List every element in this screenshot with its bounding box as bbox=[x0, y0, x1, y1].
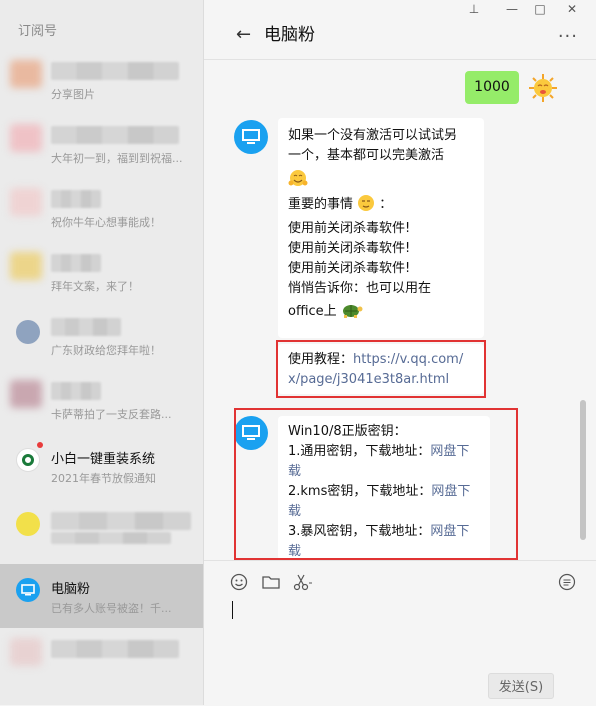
folder-icon[interactable] bbox=[260, 571, 282, 593]
important-label: 重要的事情 bbox=[288, 197, 354, 212]
conversation-item[interactable] bbox=[0, 628, 203, 692]
message-bubble: 如果一个没有激活可以试试另 一个，基本都可以完美激活 重要的事情 ： 使用前关闭… bbox=[278, 118, 484, 338]
unread-dot bbox=[37, 442, 43, 448]
conversation-preview: 大年初一到，福到到祝福... bbox=[51, 152, 183, 165]
emoji-icon[interactable] bbox=[228, 571, 250, 593]
blurred-name bbox=[51, 382, 101, 400]
blurred-preview bbox=[51, 532, 171, 544]
my-message-bubble: 1000 bbox=[465, 71, 519, 104]
text-caret[interactable] bbox=[232, 601, 233, 619]
monitor-icon bbox=[242, 129, 260, 144]
avatar bbox=[10, 252, 42, 280]
conversation-item[interactable]: 小白一键重装系统 2021年春节放假通知 bbox=[0, 434, 203, 498]
warning-line: 使用前关闭杀毒软件! bbox=[288, 221, 411, 236]
avatar bbox=[16, 320, 40, 344]
maximize-icon[interactable]: □ bbox=[530, 2, 550, 16]
conversation-name: 小白一键重装系统 bbox=[51, 452, 156, 467]
avatar bbox=[10, 638, 42, 666]
avatar bbox=[10, 380, 42, 408]
minimize-icon[interactable]: — bbox=[502, 2, 522, 16]
message-line: 一个，基本都可以完美激活 bbox=[288, 148, 445, 163]
conversation-name: 电脑粉 bbox=[51, 582, 91, 597]
conversation-item[interactable]: 分享图片 bbox=[0, 50, 203, 114]
blurred-name bbox=[51, 512, 191, 530]
close-icon[interactable]: ✕ bbox=[562, 2, 582, 16]
blurred-name bbox=[51, 254, 101, 272]
input-area: 发送(S) bbox=[204, 560, 596, 706]
conversation-preview: 已有多人账号被盗！千... bbox=[51, 602, 172, 615]
blurred-name bbox=[51, 62, 179, 80]
turtle-emoji-icon bbox=[342, 305, 363, 318]
conversation-preview: 2021年春节放假通知 bbox=[51, 472, 156, 485]
send-button[interactable]: 发送(S) bbox=[488, 673, 554, 699]
blurred-name bbox=[51, 190, 101, 208]
avatar bbox=[16, 512, 40, 536]
chat-panel: ⊥ — □ ✕ ← 电脑粉 ··· 1000 如果一个没有激活可以试试另 一个，… bbox=[204, 0, 596, 706]
avatar bbox=[16, 578, 40, 602]
office-text: office上 bbox=[288, 304, 337, 319]
message-line: 悄悄告诉你：也可以用在 bbox=[288, 281, 432, 296]
emoji-row bbox=[288, 166, 474, 192]
avatar bbox=[16, 448, 40, 472]
avatar bbox=[10, 188, 42, 216]
highlight-box bbox=[234, 408, 518, 560]
sidebar-title: 订阅号 bbox=[18, 24, 58, 39]
highlight-box bbox=[276, 340, 486, 398]
office-row: office上 bbox=[288, 301, 474, 322]
colon-text: ： bbox=[379, 197, 393, 212]
chat-title: 电脑粉 bbox=[264, 25, 315, 45]
conversation-preview: 拜年文案，来了！ bbox=[51, 280, 139, 293]
message-line: 如果一个没有激活可以试试另 bbox=[288, 128, 458, 143]
avatar bbox=[10, 60, 42, 88]
conversation-preview: 分享图片 bbox=[51, 88, 95, 101]
back-arrow-icon[interactable]: ← bbox=[236, 24, 251, 45]
conversation-item[interactable]: 广东财政给您拜年啦！ bbox=[0, 306, 203, 370]
chat-history-icon[interactable] bbox=[556, 571, 578, 593]
warning-line: 使用前关闭杀毒软件! bbox=[288, 261, 411, 276]
warning-line: 使用前关闭杀毒软件! bbox=[288, 241, 411, 256]
conversation-preview: 祝你牛年心想事能成！ bbox=[51, 216, 161, 229]
conversation-item[interactable]: 大年初一到，福到到祝福... bbox=[0, 114, 203, 178]
ring-icon bbox=[22, 454, 34, 466]
scissors-icon[interactable] bbox=[292, 571, 314, 593]
conversation-item[interactable]: 祝你牛年心想事能成！ bbox=[0, 178, 203, 242]
smirk-emoji-icon bbox=[358, 195, 375, 211]
conversation-item[interactable]: 拜年文案，来了！ bbox=[0, 242, 203, 306]
monitor-icon bbox=[21, 584, 35, 596]
blurred-name bbox=[51, 318, 121, 336]
hugging-face-emoji-icon bbox=[288, 170, 308, 186]
pin-icon[interactable]: ⊥ bbox=[464, 2, 484, 16]
sidebar: 订阅号 分享图片 大年初一到，福到到祝福... 祝你牛年心想事能成！ 拜年文案，… bbox=[0, 0, 204, 705]
blurred-name bbox=[51, 640, 179, 658]
conversation-preview: 广东财政给您拜年啦！ bbox=[51, 344, 161, 357]
blurred-name bbox=[51, 126, 179, 144]
conversation-preview: 卡萨蒂拍了一支反套路... bbox=[51, 408, 172, 421]
sun-face-emoji-icon bbox=[529, 74, 557, 102]
avatar bbox=[10, 124, 42, 152]
chat-header: ⊥ — □ ✕ ← 电脑粉 ··· bbox=[204, 0, 596, 60]
important-row: 重要的事情 ： bbox=[288, 194, 474, 215]
conversation-item-active[interactable]: 电脑粉 已有多人账号被盗！千... bbox=[0, 564, 203, 628]
more-icon[interactable]: ··· bbox=[558, 26, 578, 47]
conversation-item[interactable]: 卡萨蒂拍了一支反套路... bbox=[0, 370, 203, 434]
conversation-item[interactable] bbox=[0, 498, 203, 562]
sender-avatar bbox=[234, 120, 268, 154]
scrollbar-thumb[interactable] bbox=[580, 400, 586, 540]
